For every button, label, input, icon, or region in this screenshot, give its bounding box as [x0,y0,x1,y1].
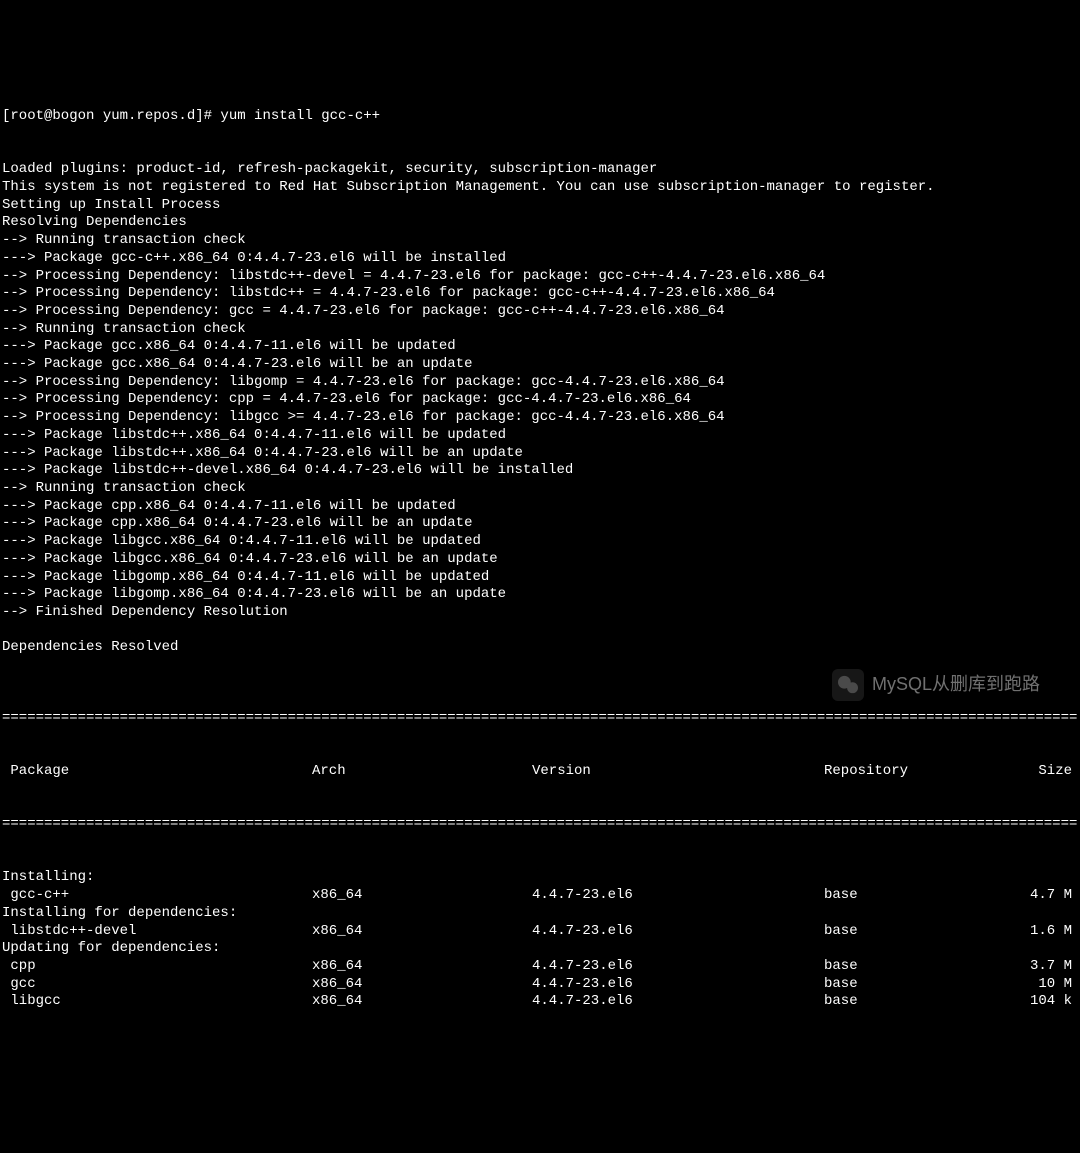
cell-repo: base [824,923,1002,941]
cell-pkg: libgcc [2,993,312,1011]
output-line: --> Processing Dependency: gcc = 4.4.7-2… [2,303,1078,321]
cell-ver: 4.4.7-23.el6 [532,887,824,905]
cell-repo: base [824,993,1002,1011]
output-line: This system is not registered to Red Hat… [2,179,1078,197]
header-version: Version [532,763,824,781]
cell-size: 104 k [1002,993,1072,1011]
output-line: ---> Package cpp.x86_64 0:4.4.7-23.el6 w… [2,515,1078,533]
output-line: --> Processing Dependency: cpp = 4.4.7-2… [2,391,1078,409]
output-line: ---> Package libgcc.x86_64 0:4.4.7-23.el… [2,551,1078,569]
cell-size: 4.7 M [1002,887,1072,905]
cell-ver: 4.4.7-23.el6 [532,923,824,941]
section-title: Installing: [2,869,1078,887]
section-title: Installing for dependencies: [2,905,1078,923]
output-line: ---> Package libgcc.x86_64 0:4.4.7-11.el… [2,533,1078,551]
cell-arch: x86_64 [312,958,532,976]
cell-pkg: cpp [2,958,312,976]
output-line: ---> Package cpp.x86_64 0:4.4.7-11.el6 w… [2,498,1078,516]
output-line: --> Running transaction check [2,480,1078,498]
table-row: libstdc++-develx86_644.4.7-23.el6base1.6… [2,923,1078,941]
output-line: ---> Package libstdc++.x86_64 0:4.4.7-11… [2,427,1078,445]
output-line: Dependencies Resolved [2,639,1078,657]
header-arch: Arch [312,763,532,781]
prompt-line: [root@bogon yum.repos.d]# yum install gc… [2,108,1078,126]
cell-ver: 4.4.7-23.el6 [532,958,824,976]
cell-repo: base [824,976,1002,994]
output-line: ---> Package libgomp.x86_64 0:4.4.7-11.e… [2,569,1078,587]
cell-repo: base [824,958,1002,976]
cell-arch: x86_64 [312,887,532,905]
table-row: gccx86_644.4.7-23.el6base10 M [2,976,1078,994]
table-row: cppx86_644.4.7-23.el6base3.7 M [2,958,1078,976]
output-line: --> Processing Dependency: libstdc++ = 4… [2,285,1078,303]
output-line: --> Finished Dependency Resolution [2,604,1078,622]
cell-arch: x86_64 [312,976,532,994]
cell-size: 10 M [1002,976,1072,994]
output-line: ---> Package gcc.x86_64 0:4.4.7-23.el6 w… [2,356,1078,374]
wechat-icon [832,669,864,701]
output-line: Resolving Dependencies [2,214,1078,232]
output-line: --> Processing Dependency: libgomp = 4.4… [2,374,1078,392]
cell-size: 1.6 M [1002,923,1072,941]
header-package: Package [2,763,312,781]
cell-pkg: gcc [2,976,312,994]
output-line: --> Running transaction check [2,321,1078,339]
divider-bottom: ========================================… [2,816,1078,834]
divider-top: ========================================… [2,710,1078,728]
output-line: ---> Package gcc.x86_64 0:4.4.7-11.el6 w… [2,338,1078,356]
table-header-row: Package Arch Version Repository Size [2,763,1078,781]
cell-repo: base [824,887,1002,905]
output-line: --> Processing Dependency: libgcc >= 4.4… [2,409,1078,427]
header-repository: Repository [824,763,1002,781]
cell-arch: x86_64 [312,993,532,1011]
terminal-output[interactable]: [root@bogon yum.repos.d]# yum install gc… [2,73,1078,1029]
output-line: --> Processing Dependency: libstdc++-dev… [2,268,1078,286]
watermark: MySQL从删库到跑路 [832,669,1040,701]
cell-pkg: gcc-c++ [2,887,312,905]
output-line [2,622,1078,640]
output-line: ---> Package libstdc++.x86_64 0:4.4.7-23… [2,445,1078,463]
output-line: Loaded plugins: product-id, refresh-pack… [2,161,1078,179]
section-title: Updating for dependencies: [2,940,1078,958]
cell-ver: 4.4.7-23.el6 [532,993,824,1011]
cell-size: 3.7 M [1002,958,1072,976]
cell-arch: x86_64 [312,923,532,941]
cell-pkg: libstdc++-devel [2,923,312,941]
output-line: Setting up Install Process [2,197,1078,215]
output-line: ---> Package gcc-c++.x86_64 0:4.4.7-23.e… [2,250,1078,268]
output-line: ---> Package libstdc++-devel.x86_64 0:4.… [2,462,1078,480]
output-line: --> Running transaction check [2,232,1078,250]
header-size: Size [1002,763,1072,781]
table-row: gcc-c++x86_644.4.7-23.el6base4.7 M [2,887,1078,905]
output-line: ---> Package libgomp.x86_64 0:4.4.7-23.e… [2,586,1078,604]
watermark-text: MySQL从删库到跑路 [872,676,1040,694]
cell-ver: 4.4.7-23.el6 [532,976,824,994]
table-row: libgccx86_644.4.7-23.el6base104 k [2,993,1078,1011]
